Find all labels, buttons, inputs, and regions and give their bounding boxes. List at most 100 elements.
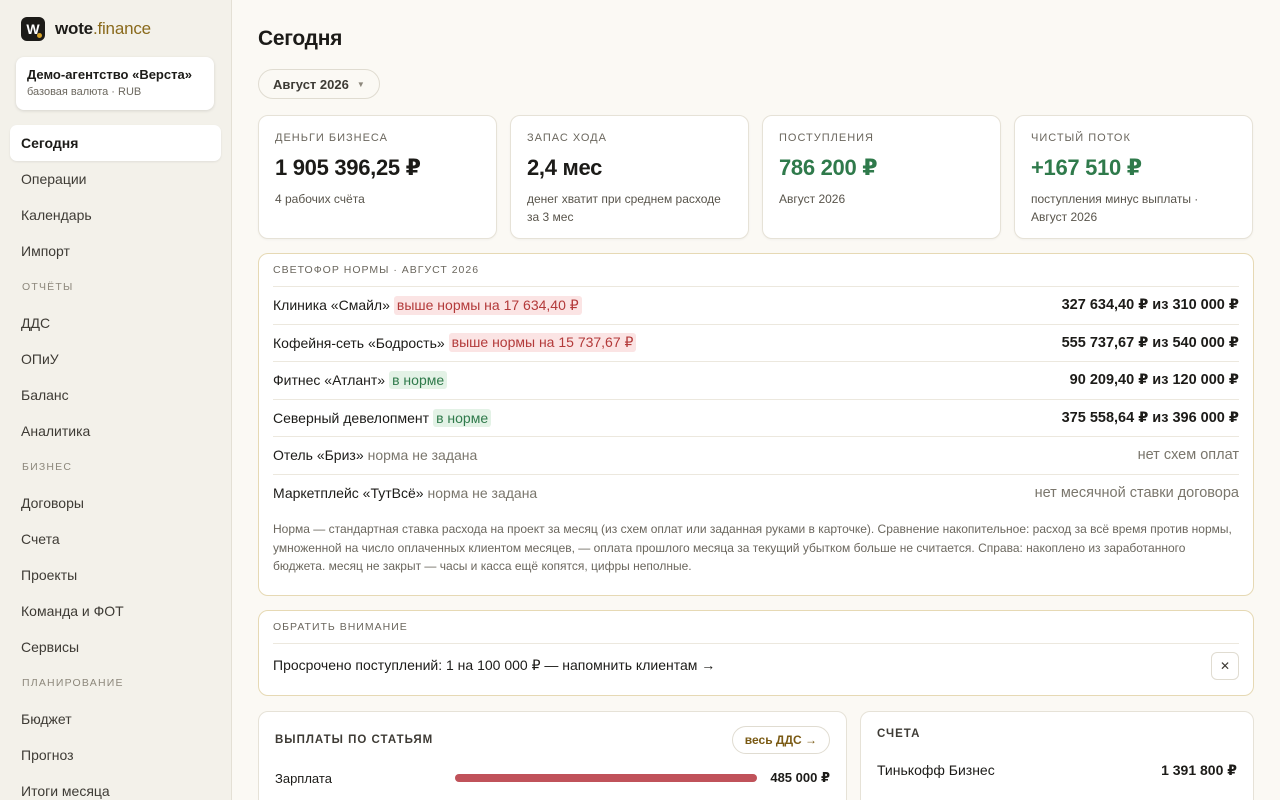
row-value: нет схем оплат xyxy=(1137,447,1239,464)
attention-row: Просрочено поступлений: 1 на 100 000 ₽ —… xyxy=(273,644,1239,687)
project-name: Отель «Бриз» xyxy=(273,447,364,464)
kpi-value: 786 200 ₽ xyxy=(779,155,878,180)
org-currency: базовая валюта · RUB xyxy=(27,86,142,98)
kpi-label: ЗАПАС ХОДА xyxy=(527,132,607,144)
row-left: Отель «Бриз» норма не задана xyxy=(273,447,477,463)
norm-traffic-light-panel: СВЕТОФОР НОРМЫ · АВГУСТ 2026 Клиника «См… xyxy=(258,253,1254,596)
logo-dot xyxy=(37,33,42,38)
kpi-value: +167 510 ₽ xyxy=(1031,155,1142,180)
list-item: Зарплата 485 000 ₽ xyxy=(275,768,830,788)
nav-item-balance[interactable]: Баланс xyxy=(10,377,221,413)
row-left: Клиника «Смайл» выше нормы на 17 634,40 … xyxy=(273,295,582,315)
project-name: Кофейня-сеть «Бодрость» xyxy=(273,334,445,351)
attention-panel: ОБРАТИТЬ ВНИМАНИЕ Просрочено поступлений… xyxy=(258,610,1254,696)
account-balance: 1 391 800 ₽ xyxy=(1161,761,1237,778)
accounts-card: СЧЕТА Тинькофф Бизнес 1 391 800 ₽ xyxy=(860,711,1254,800)
status-badge: норма не задана xyxy=(367,447,478,464)
category-bar xyxy=(455,774,757,782)
row-value: 90 209,40 ₽ из 120 000 ₽ xyxy=(1069,372,1239,389)
kpi-label: ПОСТУПЛЕНИЯ xyxy=(779,132,875,144)
logo-icon: W xyxy=(21,17,45,41)
status-badge: в норме xyxy=(389,371,448,390)
nav-item-budget[interactable]: Бюджет xyxy=(10,701,221,737)
nav-item-invoices[interactable]: Счета xyxy=(10,521,221,557)
status-badge: в норме xyxy=(433,408,492,427)
brand[interactable]: W wote.finance xyxy=(21,17,151,41)
nav-section-business: БИЗНЕС xyxy=(22,461,73,473)
nav-section-planning: ПЛАНИРОВАНИЕ xyxy=(22,677,124,689)
row-value: 327 634,40 ₽ из 310 000 ₽ xyxy=(1061,297,1239,314)
project-name: Маркетплейс «ТутВсё» xyxy=(273,485,424,502)
table-row[interactable]: Северный девелопмент в норме 375 558,64 … xyxy=(273,400,1239,437)
kpi-income: ПОСТУПЛЕНИЯ 786 200 ₽ Август 2026 xyxy=(762,115,1001,239)
close-icon[interactable]: ✕ xyxy=(1211,651,1239,680)
nav-item-services[interactable]: Сервисы xyxy=(10,629,221,665)
kpi-value: 1 905 396,25 ₽ xyxy=(275,155,421,180)
category-bar-fill xyxy=(455,774,757,782)
kpi-sub: 4 рабочих счёта xyxy=(275,192,365,206)
kpi-label: ЧИСТЫЙ ПОТОК xyxy=(1031,132,1131,144)
period-selector[interactable]: Август 2026 ▼ xyxy=(258,69,380,99)
kpi-sub: денег хватит при среднем расходе за 3 ме… xyxy=(527,192,721,224)
kpi-runway: ЗАПАС ХОДА 2,4 мес денег хватит при сред… xyxy=(510,115,749,239)
payouts-by-category-card: ВЫПЛАТЫ ПО СТАТЬЯМ весь ДДС → Зарплата 4… xyxy=(258,711,847,800)
table-row[interactable]: Кофейня-сеть «Бодрость» выше нормы на 15… xyxy=(273,325,1239,362)
org-name: Демо-агентство «Верста» xyxy=(27,67,192,82)
norm-explanation-note: Норма — стандартная ставка расхода на пр… xyxy=(273,522,1232,573)
nav-item-team[interactable]: Команда и ФОТ xyxy=(10,593,221,629)
kpi-net-flow: ЧИСТЫЙ ПОТОК +167 510 ₽ поступления мину… xyxy=(1014,115,1253,239)
card-header: ВЫПЛАТЫ ПО СТАТЬЯМ весь ДДС → xyxy=(275,712,830,768)
org-switcher[interactable]: Демо-агентство «Верста» базовая валюта ·… xyxy=(16,57,214,110)
kpi-sub: поступления минус выплаты · Август 2026 xyxy=(1031,192,1199,224)
row-left: Северный девелопмент в норме xyxy=(273,408,492,427)
card-title: СЧЕТА xyxy=(877,728,921,740)
period-label: Август 2026 xyxy=(273,76,349,92)
row-value: 555 737,67 ₽ из 540 000 ₽ xyxy=(1061,334,1239,351)
nav-item-operations[interactable]: Операции xyxy=(10,161,221,197)
brand-name-part1: wote xyxy=(55,19,93,38)
nav-item-import[interactable]: Импорт xyxy=(10,233,221,269)
kpi-value: 2,4 мес xyxy=(527,155,603,180)
table-row[interactable]: Клиника «Смайл» выше нормы на 17 634,40 … xyxy=(273,287,1239,325)
brand-name-part2: .finance xyxy=(92,19,151,38)
nav-item-calendar[interactable]: Календарь xyxy=(10,197,221,233)
row-left: Кофейня-сеть «Бодрость» выше нормы на 15… xyxy=(273,333,637,353)
table-row[interactable]: Маркетплейс «ТутВсё» норма не задана нет… xyxy=(273,475,1239,513)
page-title: Сегодня xyxy=(258,27,343,50)
row-left: Фитнес «Атлант» в норме xyxy=(273,371,448,390)
nav-item-projects[interactable]: Проекты xyxy=(10,557,221,593)
card-header: СЧЕТА xyxy=(877,712,1237,756)
panel-title: ОБРАТИТЬ ВНИМАНИЕ xyxy=(273,611,1239,644)
row-left: Маркетплейс «ТутВсё» норма не задана xyxy=(273,485,537,501)
overdue-income-link[interactable]: Просрочено поступлений: 1 на 100 000 ₽ —… xyxy=(273,657,715,674)
panel-title: СВЕТОФОР НОРМЫ · АВГУСТ 2026 xyxy=(273,254,1239,287)
sidebar-nav: Сегодня Операции Календарь Импорт ОТЧЁТЫ… xyxy=(10,125,221,800)
project-name: Клиника «Смайл» xyxy=(273,297,390,314)
sidebar: W wote.finance Демо-агентство «Верста» б… xyxy=(0,0,232,800)
account-name: Тинькофф Бизнес xyxy=(877,762,995,778)
card-title: ВЫПЛАТЫ ПО СТАТЬЯМ xyxy=(275,734,434,746)
nav-item-opiu[interactable]: ОПиУ xyxy=(10,341,221,377)
status-badge: выше нормы на 17 634,40 ₽ xyxy=(393,295,582,315)
kpi-label: ДЕНЬГИ БИЗНЕСА xyxy=(275,132,388,144)
brand-name: wote.finance xyxy=(55,19,151,39)
chevron-down-icon: ▼ xyxy=(356,79,365,89)
category-value: 485 000 ₽ xyxy=(770,770,830,785)
row-value: нет месячной ставки договора xyxy=(1034,485,1239,502)
nav-item-dds[interactable]: ДДС xyxy=(10,305,221,341)
nav-item-forecast[interactable]: Прогноз xyxy=(10,737,221,773)
nav-item-analytics[interactable]: Аналитика xyxy=(10,413,221,449)
nav-item-contracts[interactable]: Договоры xyxy=(10,485,221,521)
nav-item-month-results[interactable]: Итоги месяца xyxy=(10,773,221,800)
nav-section-reports: ОТЧЁТЫ xyxy=(22,281,74,293)
table-row[interactable]: Фитнес «Атлант» в норме 90 209,40 ₽ из 1… xyxy=(273,362,1239,400)
category-label: Зарплата xyxy=(275,770,332,786)
status-badge: выше нормы на 15 737,67 ₽ xyxy=(448,333,637,353)
table-row[interactable]: Отель «Бриз» норма не задана нет схем оп… xyxy=(273,437,1239,475)
kpi-business-money: ДЕНЬГИ БИЗНЕСА 1 905 396,25 ₽ 4 рабочих … xyxy=(258,115,497,239)
list-item[interactable]: Тинькофф Бизнес 1 391 800 ₽ xyxy=(877,756,1237,784)
all-dds-button[interactable]: весь ДДС → xyxy=(731,726,830,754)
nav-item-today[interactable]: Сегодня xyxy=(10,125,221,161)
project-name: Фитнес «Атлант» xyxy=(273,372,386,389)
row-value: 375 558,64 ₽ из 396 000 ₽ xyxy=(1061,409,1239,426)
